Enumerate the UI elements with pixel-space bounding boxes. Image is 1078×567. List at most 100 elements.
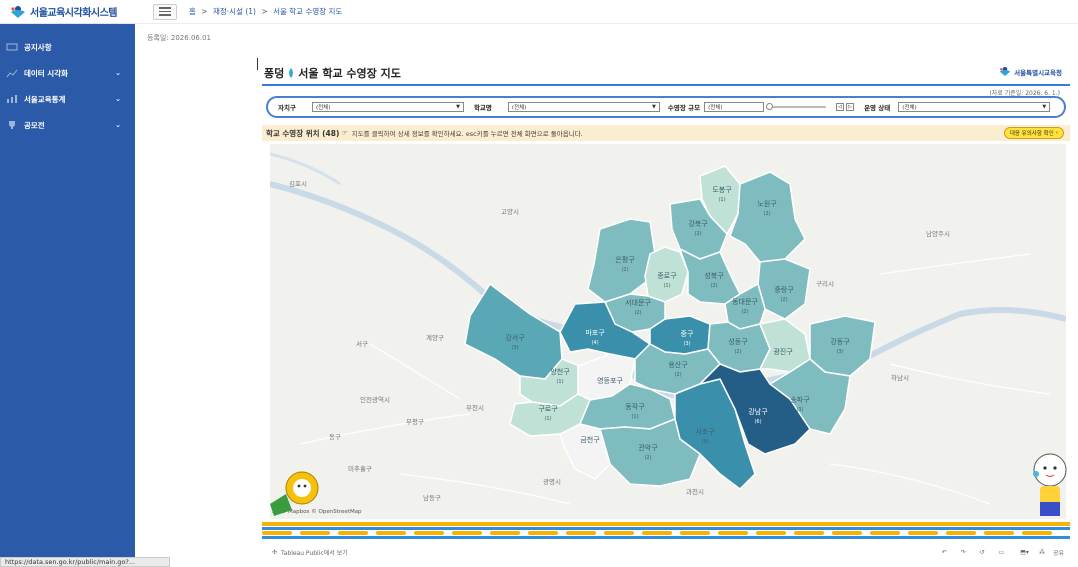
count-seodaemun: (2) [634,310,641,316]
school-select-value: (전체) [511,105,527,111]
count-songpa: (3) [796,407,803,413]
app-root: 서울교육시각화시스템 공지사항 데이터 시각화 ⌄ 서울교육통계 ⌄ 공모전 ⌄… [0,0,1078,567]
guidelines-button-label: 대응 유의사항 확인 [1009,131,1054,137]
place-hanam: 하남시 [891,373,909,382]
count-gangdong: (3) [836,349,843,355]
size-input[interactable]: (전체) [704,102,765,112]
breadcrumb-home[interactable]: 홈 [189,7,196,16]
place-dong-gu: 동구 [329,433,341,441]
size-input-value: (전체) [708,105,723,111]
count-dongdaemun: (2) [741,309,748,315]
slider-handle[interactable] [766,103,774,110]
hamburger-line [159,10,171,13]
label-jungnang: 중랑구 [774,286,794,294]
size-filter-label: 수영장 규모 [667,104,701,112]
share-button[interactable]: 공유 [1053,548,1064,557]
label-nowon: 노원구 [757,199,777,208]
hamburger-line [159,7,171,9]
label-gwanak: 관악구 [638,443,658,452]
sidebar-item-data-visualization[interactable]: 데이터 시각화 ⌄ [0,60,135,86]
breadcrumb-category[interactable]: 재정·시설 (1) [213,7,256,16]
sidebar-item-notice[interactable]: 공지사항 [0,34,135,60]
education-office-name: 서울특별시교육청 [1014,68,1062,77]
place-incheon: 인천광역시 [360,395,390,404]
comment-icon[interactable]: ⁂ [1039,549,1045,556]
school-select[interactable]: (전체) ▼ [507,102,660,112]
title-rule [262,84,1070,86]
district-select-value: (전체) [315,105,331,111]
tableau-toolbar: ✣ Tableau Public에서 보기 ↶ ↷ ↺ ▭ ⬒▾ ⁂ 공유 [262,546,1070,559]
chevron-down-icon: ▼ [652,104,656,110]
map-hint: 지도를 클릭하여 상세 정보를 확인하세요. esc키를 누르면 전체 화면으로… [351,130,583,138]
page-title-prefix: 퐁덩 [264,67,285,80]
status-select[interactable]: (전체) ▼ [898,102,1051,112]
count-dongjak: (1) [631,414,638,420]
size-slider[interactable] [766,103,827,110]
seoul-choropleth-map[interactable]: 도봉구 (1) 노원구 (2) 강북구 (2) 은평구 (2) 종로구 (1) … [270,144,1066,519]
pool-count-title: 학교 수영장 위치 (48) [266,128,340,138]
status-filter-label: 운영 상태 [864,104,891,112]
count-jungnang: (2) [780,297,787,303]
info-bar: 학교 수영장 위치 (48) ☞ 지도를 클릭하여 상세 정보를 확인하세요. … [262,125,1070,141]
step-forward-button[interactable]: ▷ [846,103,855,111]
count-gangbuk: (2) [694,231,701,237]
chevron-down-icon: ▼ [456,104,460,110]
sidebar-item-contest[interactable]: 공모전 ⌄ [0,112,135,138]
sidebar-item-label: 공지사항 [24,42,52,52]
status-select-value: (전체) [902,105,917,111]
tableau-public-link[interactable]: Tableau Public에서 보기 [281,548,348,557]
label-jongno: 종로구 [657,272,677,280]
label-seongdong: 성동구 [728,337,748,346]
breadcrumb-separator: > [201,7,208,16]
breadcrumb-separator: > [261,7,268,16]
label-gwangjin: 광진구 [773,347,793,356]
tableau-icon: ✣ [272,549,278,556]
undo-redo-icons[interactable]: ↶ ↷ ↺ ▭ [942,549,1010,556]
place-michuhol: 미추홀구 [348,464,372,473]
breadcrumb: 홈 > 재정·시설 (1) > 서울 학교 수영장 지도 [189,6,342,17]
megaphone-icon [6,43,18,51]
count-mapo: (4) [591,340,598,346]
pointer-hand-icon: ☞ [341,129,348,137]
count-guro: (1) [544,416,551,422]
chevron-down-icon: ⌄ [115,95,121,103]
count-seongdong: (2) [734,349,741,355]
logo[interactable]: 서울교육시각화시스템 [0,0,135,24]
label-yangcheon: 양천구 [550,367,570,376]
count-gangseo: (3) [511,345,518,351]
count-eunpyeong: (2) [621,267,628,273]
top-bar: 홈 > 재정·시설 (1) > 서울 학교 수영장 지도 [135,0,1078,24]
mascot-left-illustration [270,471,319,516]
filter-bar: 자치구 (전체) ▼ 학교명 (전체) ▼ 수영장 규모 (전체) ◁ ▷ 운영 상… [266,96,1066,118]
step-back-button[interactable]: ◁ [836,103,845,111]
label-seongbuk: 성북구 [704,271,724,280]
water-drop-icon [289,68,294,78]
guidelines-button[interactable]: 대응 유의사항 확인 ‹ [1003,127,1064,139]
label-seodaemun: 서대문구 [625,298,651,307]
count-gangnam: (6) [754,419,761,425]
chevron-down-icon: ⌄ [115,121,121,129]
place-gimpo: 김포시 [289,180,307,188]
education-office-logo: 서울특별시교육청 [999,66,1062,77]
trophy-icon [9,121,15,129]
count-dobong: (1) [718,197,725,203]
logo-icon [11,5,25,18]
place-guri: 구리시 [816,279,834,288]
hamburger-line [159,14,171,16]
logo-icon [999,67,1011,76]
registration-date: 등록일: 2026.06.01 [147,34,211,42]
place-gyeyang: 계양구 [426,333,444,342]
menu-toggle-button[interactable] [153,3,177,20]
count-seongbuk: (2) [710,283,717,289]
chart-icon [6,69,18,78]
sidebar-item-label: 서울교육통계 [24,94,66,104]
breadcrumb-current: 서울 학교 수영장 지도 [273,7,343,16]
sidebar: 서울교육시각화시스템 공지사항 데이터 시각화 ⌄ 서울교육통계 ⌄ 공모전 ⌄ [0,0,135,567]
sidebar-item-education-stats[interactable]: 서울교육통계 ⌄ [0,86,135,112]
place-namyangju: 남양주시 [926,229,950,238]
count-yongsan: (2) [674,372,681,378]
chevron-left-icon: ‹ [1055,130,1058,136]
district-select[interactable]: (전체) ▼ [311,102,464,112]
download-icon[interactable]: ⬒▾ [1020,549,1029,556]
label-yeongdeungpo: 영등포구 [597,376,623,385]
